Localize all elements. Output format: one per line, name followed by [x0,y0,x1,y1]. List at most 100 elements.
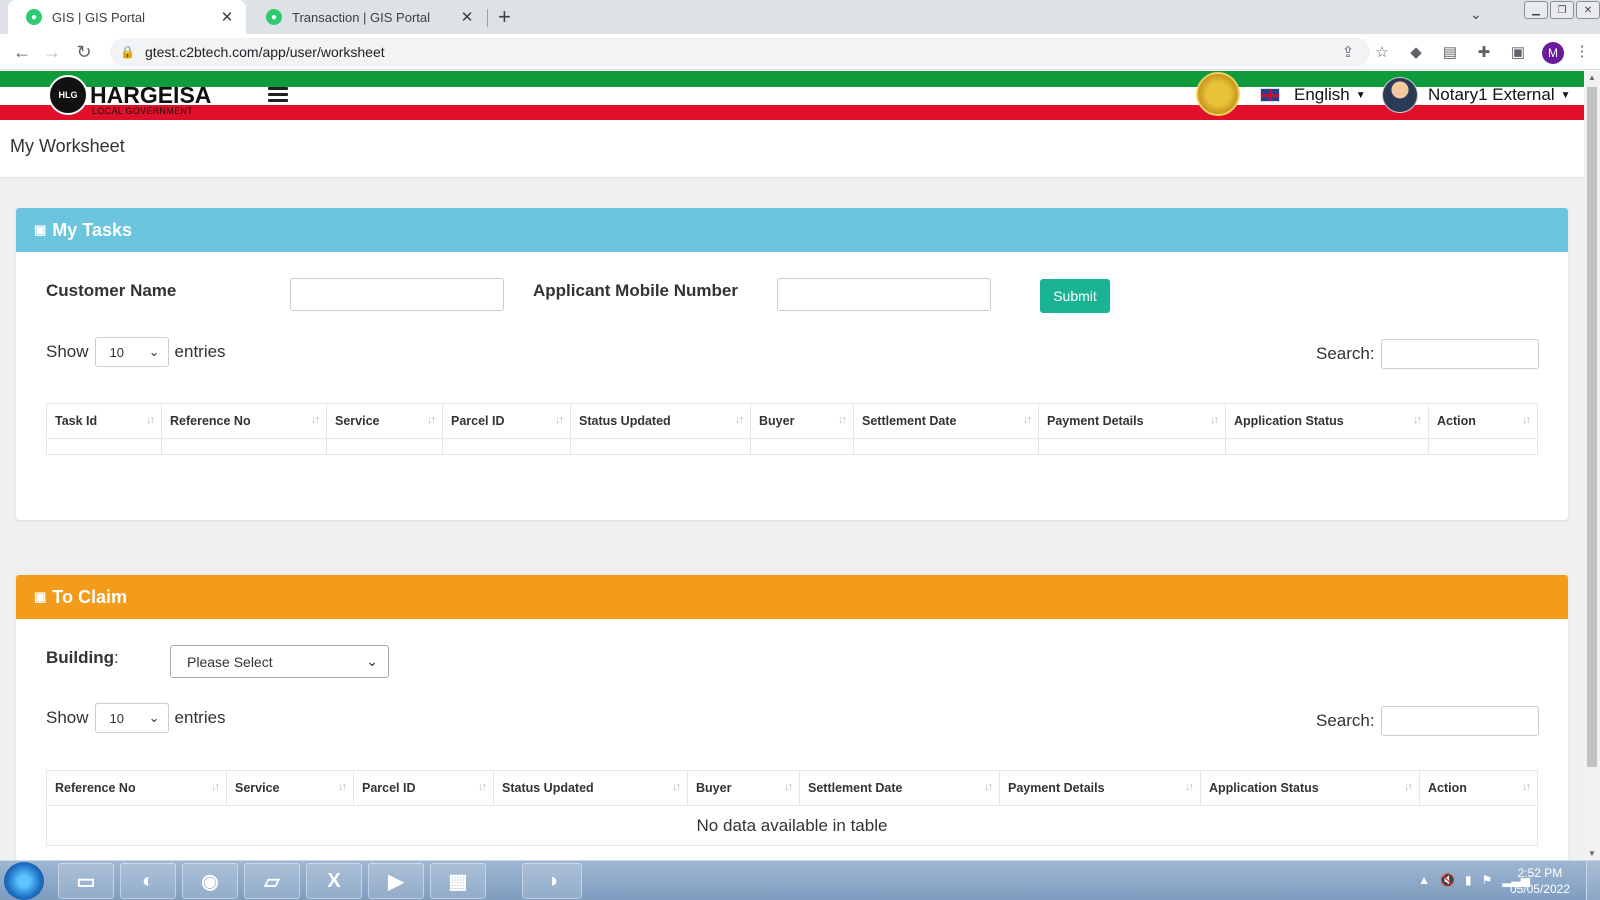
caret-down-icon: ▼ [1355,89,1366,101]
sort-icon: ↓↑ [1210,414,1219,426]
column-header[interactable]: Settlement Date ↓↑ [799,770,1000,806]
language-selector[interactable]: English ▼ [1260,85,1366,105]
sort-icon: ↓↑ [338,781,347,793]
windows-start-icon[interactable] [4,862,44,900]
sort-icon: ↓↑ [735,414,744,426]
hamburger-menu-icon[interactable] [268,87,288,105]
sort-icon: ↓↑ [1185,781,1194,793]
entries-select[interactable]: 10 ⌄ [94,337,169,367]
chrome-browser-icon[interactable]: ◉ [182,863,238,899]
close-tab-icon[interactable]: ✕ [218,8,236,26]
restore-icon[interactable]: ❐ [1550,1,1574,19]
empty-table-message: No data available in table [46,805,1538,846]
scroll-down-arrow-icon[interactable]: ▼ [1588,849,1596,858]
excel-icon[interactable]: X [306,863,362,899]
eclipse-app-icon[interactable]: ◑ [522,863,582,899]
notes-app-icon[interactable]: ▱ [244,863,300,899]
column-header[interactable]: Service ↓↑ [226,770,354,806]
extension-shield-icon[interactable]: ◆ [1406,43,1426,63]
site-logo[interactable]: HLG HARGEISA LOCAL GOVERNMENT [48,75,211,116]
extensions-puzzle-icon[interactable]: ✚ [1474,43,1494,63]
column-header[interactable]: Parcel ID ↓↑ [353,770,494,806]
sort-icon: ↓↑ [1023,414,1032,426]
gis-favicon-icon: ● [26,9,42,25]
building-value: Please Select [187,653,273,670]
building-label: Building: [46,648,119,667]
share-icon[interactable]: ⇪ [1338,43,1358,63]
new-tab-icon[interactable]: + [498,4,511,30]
sort-icon: ↓↑ [1522,781,1531,793]
search-input[interactable] [1380,339,1539,369]
show-hidden-icons-icon[interactable]: ▲ [1418,873,1430,887]
clock-time: 2:52 PM [1517,866,1563,880]
column-header[interactable]: Reference No ↓↑ [46,770,227,806]
side-panel-icon[interactable]: ▣ [1508,43,1528,63]
main-content: ▣ My Tasks Customer Name Applicant Mobil… [0,178,1584,875]
column-header[interactable]: Status Updated ↓↑ [570,403,751,439]
entries-select[interactable]: 10 ⌄ [94,703,169,733]
building-select[interactable]: Please Select ⌄ [170,645,389,678]
column-header[interactable]: Parcel ID ↓↑ [442,403,571,439]
tab-search-chevron-icon[interactable]: ⌄ [1470,6,1482,23]
image-viewer-icon[interactable]: ▦ [430,863,486,899]
column-header[interactable]: Buyer ↓↑ [687,770,800,806]
column-header[interactable]: Status Updated ↓↑ [493,770,688,806]
address-bar[interactable]: 🔒 gtest.c2btech.com/app/user/worksheet [110,38,1370,66]
network-error-icon[interactable]: ⚑ [1482,873,1493,887]
url-text: gtest.c2btech.com/app/user/worksheet [144,44,385,60]
id-card-icon: ▣ [34,589,47,604]
edge-browser-icon[interactable]: ◐ [120,863,176,899]
my-tasks-title: My Tasks [52,219,133,240]
mobile-number-label: Applicant Mobile Number [533,281,738,300]
extension-notes-icon[interactable]: ▤ [1440,43,1460,63]
close-tab-icon[interactable]: ✕ [458,8,476,26]
search-input[interactable] [1380,706,1539,736]
back-arrow-icon[interactable]: ← [10,40,34,64]
column-header[interactable]: Reference No ↓↑ [161,403,327,439]
column-header[interactable]: Application Status ↓↑ [1225,403,1429,439]
battery-icon[interactable]: ▮ [1465,873,1472,887]
to-claim-header: ▣ To Claim [16,575,1568,619]
user-menu[interactable]: Notary1 External ▼ [1382,77,1571,113]
file-explorer-icon[interactable]: ▭ [58,863,114,899]
entries-length-control: Show 10 ⌄ entries [46,337,226,367]
column-header[interactable]: Payment Details ↓↑ [999,770,1201,806]
to-claim-title: To Claim [52,586,127,607]
chevron-down-icon: ⌄ [366,653,378,669]
menu-kebab-icon[interactable]: ⋮ [1572,42,1592,62]
scroll-up-arrow-icon[interactable]: ▲ [1588,73,1596,82]
column-header[interactable]: Action ↓↑ [1419,770,1538,806]
forward-arrow-icon[interactable]: → [40,40,64,64]
scrollbar-thumb[interactable] [1587,87,1597,767]
mobile-number-input[interactable] [777,278,991,311]
submit-button[interactable]: Submit [1040,279,1110,313]
tab-separator [487,9,488,27]
column-header[interactable]: Application Status ↓↑ [1200,770,1420,806]
column-header[interactable]: Buyer ↓↑ [750,403,854,439]
volume-muted-icon[interactable]: 🔇 [1440,873,1455,887]
column-header[interactable]: Action ↓↑ [1428,403,1538,439]
column-header[interactable]: Service ↓↑ [326,403,443,439]
column-header[interactable]: Payment Details ↓↑ [1038,403,1226,439]
bookmark-star-icon[interactable]: ☆ [1372,43,1392,63]
minimize-icon[interactable]: ▁ [1524,1,1548,19]
entries-label: entries [174,708,226,727]
close-window-icon[interactable]: ✕ [1576,1,1600,19]
page-scrollbar[interactable]: ▲ ▼ [1584,71,1600,860]
reload-icon[interactable]: ↻ [72,40,96,64]
browser-tab[interactable]: ● Transaction | GIS Portal ✕ [248,0,486,34]
profile-avatar[interactable]: M [1542,42,1564,64]
customer-name-input[interactable] [290,278,504,311]
sort-icon: ↓↑ [478,781,487,793]
show-desktop-button[interactable] [1586,861,1600,900]
system-clock[interactable]: 2:52 PM 05/05/2022 [1510,865,1570,897]
table-search: Search: [1316,339,1539,369]
browser-tab-active[interactable]: ● GIS | GIS Portal ✕ [8,0,246,34]
entries-length-control: Show 10 ⌄ entries [46,703,226,733]
column-header[interactable]: Task Id ↓↑ [46,403,162,439]
chevron-down-icon: ⌄ [148,344,160,359]
search-label: Search: [1316,344,1375,363]
column-header[interactable]: Settlement Date ↓↑ [853,403,1039,439]
media-player-icon[interactable]: ▶ [368,863,424,899]
page-title: My Worksheet [0,120,1584,178]
